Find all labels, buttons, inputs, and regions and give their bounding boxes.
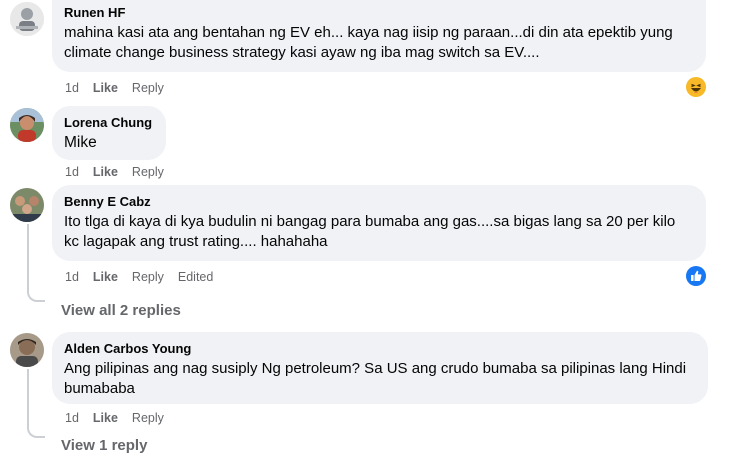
- reply-button[interactable]: Reply: [132, 81, 164, 95]
- comment-author[interactable]: Alden Carbos Young: [64, 340, 696, 357]
- like-button[interactable]: Like: [93, 81, 118, 95]
- comment-text: Ito tlga di kaya di kya budulin ni banga…: [64, 213, 676, 250]
- thread-line: [27, 369, 29, 425]
- reply-button[interactable]: Reply: [132, 411, 164, 425]
- like-icon[interactable]: [686, 266, 706, 286]
- thread-connector: [27, 424, 45, 438]
- like-button[interactable]: Like: [93, 270, 118, 284]
- comment-bubble: Lorena Chung Mike: [52, 106, 166, 160]
- like-button[interactable]: Like: [93, 411, 118, 425]
- comment-text: Ang pilipinas ang nag susiply Ng petrole…: [64, 360, 687, 397]
- comment-time[interactable]: 1d: [65, 81, 79, 95]
- comment-bubble: Alden Carbos Young Ang pilipinas ang nag…: [52, 332, 708, 404]
- thread-connector: [27, 288, 45, 302]
- comment-text: mahina kasi ata ang bentahan ng EV eh...…: [64, 24, 673, 61]
- avatar[interactable]: [10, 188, 44, 222]
- comment-actions: 1d Like Reply: [65, 164, 178, 180]
- comment-actions: 1d Like Reply Edited: [65, 269, 227, 285]
- edited-label[interactable]: Edited: [178, 270, 213, 284]
- comment-time[interactable]: 1d: [65, 270, 79, 284]
- comment-bubble: Runen HF mahina kasi ata ang bentahan ng…: [52, 0, 706, 72]
- comment-actions: 1d Like Reply: [65, 410, 178, 426]
- comment-time[interactable]: 1d: [65, 411, 79, 425]
- avatar[interactable]: [10, 2, 44, 36]
- view-replies-link[interactable]: View 1 reply: [61, 437, 147, 454]
- view-replies-link[interactable]: View all 2 replies: [61, 302, 181, 319]
- reply-button[interactable]: Reply: [132, 165, 164, 179]
- like-button[interactable]: Like: [93, 165, 118, 179]
- avatar[interactable]: [10, 108, 44, 142]
- reply-button[interactable]: Reply: [132, 270, 164, 284]
- comment-author[interactable]: Benny E Cabz: [64, 193, 694, 210]
- comment-bubble: Benny E Cabz Ito tlga di kaya di kya bud…: [52, 185, 706, 261]
- comment-time[interactable]: 1d: [65, 165, 79, 179]
- comment-author[interactable]: Runen HF: [64, 4, 694, 21]
- thread-line: [27, 224, 29, 290]
- avatar[interactable]: [10, 333, 44, 367]
- haha-icon[interactable]: [686, 77, 706, 97]
- comment-author[interactable]: Lorena Chung: [64, 114, 154, 131]
- comment-actions: 1d Like Reply: [65, 80, 178, 96]
- comment-text: Mike: [64, 134, 97, 151]
